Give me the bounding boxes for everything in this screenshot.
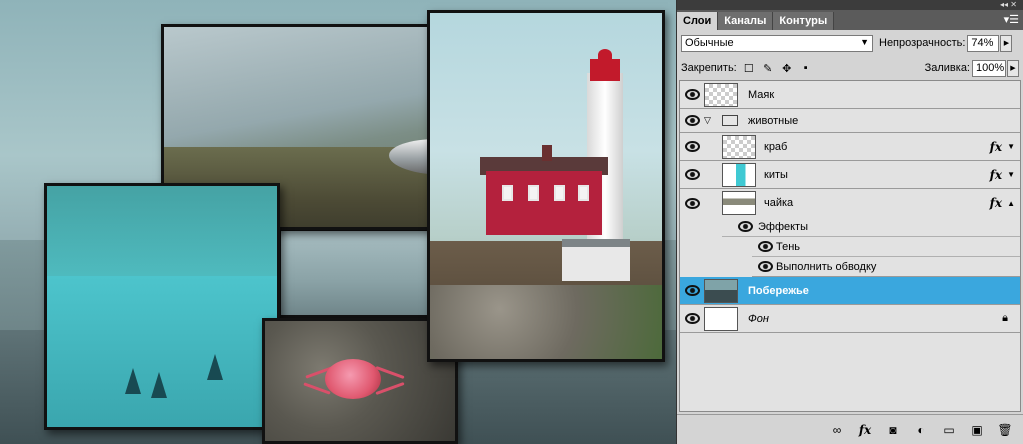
forest-silhouette (47, 186, 277, 276)
effects-label: Эффекты (758, 220, 809, 233)
layer-name: животные (748, 114, 799, 127)
layer-name: краб (764, 140, 788, 153)
orca-fin (125, 368, 141, 394)
eye-icon[interactable] (683, 166, 701, 184)
chevron-up-icon[interactable]: ▲ (1007, 199, 1015, 208)
trash-icon[interactable]: 🗑︎ (997, 423, 1013, 437)
eye-icon[interactable] (683, 138, 701, 156)
fx-icon: fx (989, 167, 1002, 182)
tab-paths[interactable]: Контуры (773, 12, 835, 30)
layer-thumbnail (704, 307, 738, 331)
eye-icon[interactable] (756, 258, 774, 276)
effects-row[interactable]: Эффекты (722, 217, 1020, 237)
blend-row: Обычные ▼ Непрозрачность: 74% ▶ (681, 34, 1019, 52)
house-window (528, 185, 539, 201)
orca-fin (151, 372, 167, 398)
tab-layers[interactable]: Слои (677, 12, 719, 30)
chevron-down-icon[interactable]: ▼ (1007, 170, 1015, 179)
lock-pixels-icon[interactable]: ✎ (761, 61, 775, 75)
lighthouse-cap (598, 49, 612, 61)
mask-icon[interactable]: ◙ (885, 423, 901, 437)
layer-name: Побережье (748, 284, 809, 297)
eye-icon[interactable] (683, 310, 701, 328)
lighthouse-photo (427, 10, 665, 362)
house-window (502, 185, 513, 201)
layer-crab[interactable]: краб fx ▼ (680, 133, 1020, 161)
crab (325, 359, 381, 399)
layer-thumbnail (722, 163, 756, 187)
panel-bottom-bar: ∞ fx ◙ ◐ ▭ ▣ 🗑︎ (677, 414, 1023, 444)
layers-list: Маяк ▽ животные краб fx ▼ киты fx ▼ чайк… (679, 80, 1021, 412)
eye-icon[interactable] (683, 194, 701, 212)
blend-mode-value: Обычные (685, 37, 734, 49)
red-house (486, 171, 602, 235)
opacity-label: Непрозрачность: (879, 37, 966, 49)
effect-stroke[interactable]: Выполнить обводку (752, 257, 1020, 277)
chevron-down-icon[interactable]: ▼ (1007, 142, 1015, 151)
tab-channels[interactable]: Каналы (718, 12, 774, 30)
coast-photo (278, 228, 438, 318)
panel-menu-icon[interactable]: ▾☰ (1004, 13, 1019, 26)
fill-input[interactable]: 100% (972, 59, 1006, 77)
house-window (554, 185, 565, 201)
layer-thumbnail (722, 135, 756, 159)
document-canvas[interactable] (0, 0, 676, 444)
link-icon[interactable]: ∞ (829, 423, 845, 437)
fx-icon: fx (989, 196, 1002, 210)
lock-all-icon[interactable]: ▪ (799, 61, 813, 75)
effect-shadow[interactable]: Тень (752, 237, 1020, 257)
eye-icon[interactable] (736, 218, 754, 236)
layer-thumbnail (722, 191, 756, 215)
layer-thumbnail (704, 279, 738, 303)
eye-icon[interactable] (683, 86, 701, 104)
orca-photo (44, 183, 280, 430)
layer-name: Фон (748, 312, 769, 325)
fx-icon[interactable]: fx (857, 423, 873, 437)
fill-slider-button[interactable]: ▶ (1007, 59, 1019, 77)
house-chimney (542, 145, 552, 161)
expand-triangle-icon[interactable]: ▽ (704, 115, 711, 126)
lock-transparency-icon[interactable]: ☐ (742, 61, 756, 75)
layer-gull[interactable]: чайка fx ▲ (680, 189, 1020, 217)
fx-icon: fx (989, 139, 1002, 154)
lock-row: Закрепить: ☐ ✎ ✥ ▪ Заливка: 100% ▶ (681, 59, 1019, 77)
chevron-down-icon: ▼ (860, 36, 869, 47)
orca-fin (207, 354, 223, 380)
layer-coast[interactable]: Побережье (680, 277, 1020, 305)
panel-titlebar[interactable]: ◂◂ ✕ (677, 0, 1023, 10)
layer-thumbnail (704, 83, 738, 107)
layer-whales[interactable]: киты fx ▼ (680, 161, 1020, 189)
house-window (578, 185, 589, 201)
layer-name: киты (764, 168, 788, 181)
new-layer-icon[interactable]: ▣ (969, 423, 985, 437)
eye-icon[interactable] (756, 238, 774, 256)
layer-group-animals[interactable]: ▽ животные (680, 109, 1020, 133)
lock-position-icon[interactable]: ✥ (780, 61, 794, 75)
lock-icon: 🔒︎ (1002, 312, 1008, 324)
white-shed (562, 239, 630, 281)
opacity-slider-button[interactable]: ▶ (1000, 34, 1013, 52)
folder-icon[interactable]: ▭ (941, 423, 957, 437)
fill-label: Заливка: (924, 62, 970, 74)
adjustment-icon[interactable]: ◐ (913, 423, 929, 437)
layers-panel: ◂◂ ✕ Слои Каналы Контуры ▾☰ Обычные ▼ Не… (676, 0, 1023, 444)
panel-tabs: Слои Каналы Контуры ▾☰ (677, 10, 1023, 30)
eye-icon[interactable] (683, 282, 701, 300)
collapse-icon[interactable]: ◂◂ ✕ (1000, 0, 1017, 10)
effect-name: Выполнить обводку (776, 260, 877, 273)
layer-background[interactable]: Фон 🔒︎ (680, 305, 1020, 333)
lock-label: Закрепить: (681, 62, 737, 74)
lighthouse-lamp (590, 59, 620, 81)
eye-icon[interactable] (683, 112, 701, 130)
layer-mayak[interactable]: Маяк (680, 81, 1020, 109)
blend-mode-select[interactable]: Обычные ▼ (681, 34, 873, 52)
folder-icon (722, 115, 738, 126)
effect-name: Тень (776, 240, 801, 253)
layer-name: Маяк (748, 88, 775, 101)
opacity-input[interactable]: 74% (967, 34, 1000, 52)
rocks (430, 285, 662, 359)
layer-name: чайка (764, 197, 794, 209)
